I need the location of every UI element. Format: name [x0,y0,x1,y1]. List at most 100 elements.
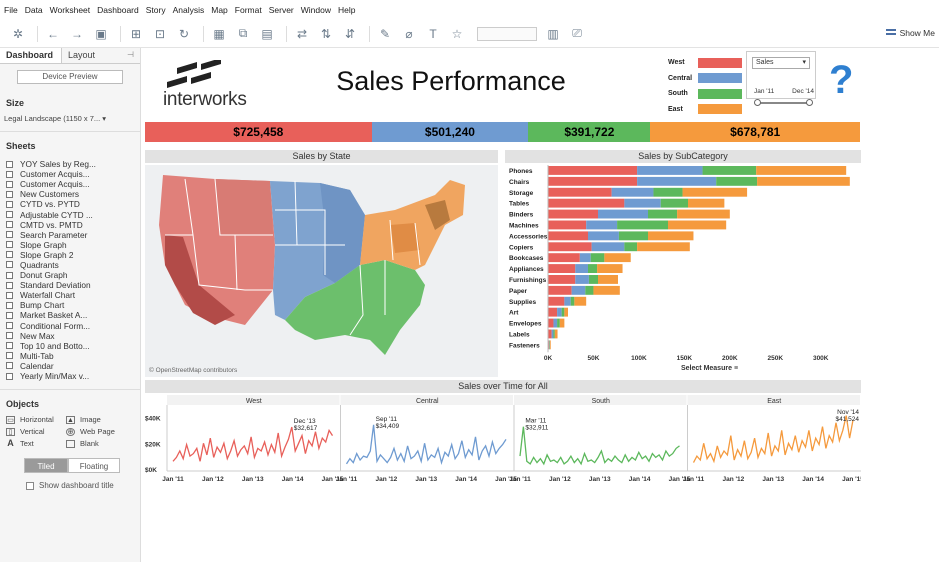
bar-segment-south[interactable] [588,275,598,284]
us-map[interactable]: © OpenStreetMap contributors [145,165,498,377]
duplicate-sheet-icon[interactable]: ⧉ [233,25,253,43]
new-worksheet-icon[interactable]: ▦ [209,25,229,43]
date-slider-start-handle[interactable] [754,99,761,106]
bar-segment-central[interactable] [588,231,619,241]
bar-segment-west[interactable] [548,264,576,273]
sheet-item[interactable]: Bump Chart [6,300,140,310]
bar-segment-west[interactable] [548,231,588,241]
sort-asc-icon[interactable]: ⇅ [316,25,336,43]
tab-dashboard[interactable]: Dashboard [0,48,62,63]
bar-segment-south[interactable] [648,209,678,219]
bar-segment-central[interactable] [637,176,717,186]
bar-segment-east[interactable] [756,166,847,175]
sheet-item[interactable]: Waterfall Chart [6,290,140,300]
save-icon[interactable]: ▣ [91,25,111,43]
bar-segment-west[interactable] [548,296,565,306]
new-sheet-icon[interactable]: ⊡ [150,25,170,43]
tab-layout[interactable]: Layout ⊣ [62,48,140,63]
bar-segment-south[interactable] [561,307,565,317]
show-title-checkbox[interactable] [26,481,34,490]
object-web-page[interactable]: ⊕ Web Page [66,427,126,436]
sheet-item[interactable]: Calendar [6,361,140,371]
sheet-item[interactable]: Yearly Min/Max v... [6,371,140,381]
clear-sheet-icon[interactable]: ▤ [257,25,277,43]
bar-segment-west[interactable] [548,187,612,197]
bar-segment-east[interactable] [637,242,690,252]
sheet-item[interactable]: New Max [6,331,140,341]
sheet-item[interactable]: Conditional Form... [6,321,140,331]
bar-segment-east[interactable] [554,329,558,339]
group-icon[interactable]: ⌀ [399,25,419,43]
menu-item[interactable]: Data [25,5,43,15]
bar-segment-central[interactable] [548,340,550,350]
bar-segment-west[interactable] [548,285,572,295]
sheet-item[interactable]: YOY Sales by Reg... [6,159,140,169]
bar-segment-west[interactable] [548,198,625,208]
bar-segment-west[interactable] [548,307,558,317]
show-me-button[interactable]: Show Me [885,28,935,38]
sheet-item[interactable]: Multi-Tab [6,351,140,361]
series-line-east[interactable] [692,415,854,464]
device-preview-button[interactable]: Device Preview [17,70,123,84]
highlight-icon[interactable]: ✎ [375,25,395,43]
bar-segment-south[interactable] [557,318,560,328]
menu-item[interactable]: Map [211,5,228,15]
sheet-item[interactable]: Customer Acquis... [6,169,140,179]
menu-item[interactable]: Worksheet [50,5,90,15]
show-cards-icon[interactable]: ▥ [543,25,563,43]
series-line-west[interactable] [172,426,334,462]
fit-select[interactable] [477,26,537,41]
bar-segment-south[interactable] [588,264,598,273]
bar-segment-west[interactable] [548,242,592,252]
menu-item[interactable]: Server [269,5,294,15]
bar-segment-central[interactable] [575,264,588,273]
bar-segment-south[interactable] [702,166,757,175]
bar-segment-central[interactable] [553,318,558,328]
refresh-icon[interactable]: ↻ [174,25,194,43]
bar-segment-west[interactable] [548,176,638,186]
object-blank[interactable]: Blank [66,439,126,448]
bar-segment-south[interactable] [716,176,758,186]
bar-segment-east[interactable] [668,220,727,230]
bar-segment-west[interactable] [548,166,638,175]
menu-item[interactable]: File [4,5,18,15]
bar-segment-central[interactable] [579,253,591,263]
menu-item[interactable]: Format [235,5,262,15]
sheet-item[interactable]: Slope Graph 2 [6,250,140,260]
bar-segment-central[interactable] [611,187,654,197]
sheet-item[interactable]: New Customers [6,189,140,199]
bar-segment-south[interactable] [549,340,550,350]
bar-segment-south[interactable] [570,296,575,306]
bar-segment-central[interactable] [637,166,703,175]
bar-segment-west[interactable] [548,209,598,219]
bar-segment-south[interactable] [653,187,683,197]
bar-segment-south[interactable] [553,329,555,339]
bar-segment-south[interactable] [585,285,594,295]
sheet-item[interactable]: Top 10 and Botto... [6,341,140,351]
menu-item[interactable]: Story [146,5,166,15]
measure-select[interactable]: Sales ▾ [752,57,810,69]
bar-segment-west[interactable] [548,253,580,263]
label-icon[interactable]: T [423,25,443,43]
tiled-button[interactable]: Tiled [24,458,68,474]
help-icon[interactable]: ? [829,58,853,103]
legend-item[interactable]: South [668,86,742,102]
new-datasource-icon[interactable]: ⊞ [126,25,146,43]
menu-item[interactable]: Dashboard [97,5,139,15]
floating-button[interactable]: Floating [68,458,120,474]
date-slider-end-handle[interactable] [806,99,813,106]
bar-segment-east[interactable] [677,209,730,219]
bar-segment-east[interactable] [564,307,568,317]
tableau-logo-icon[interactable]: ✲ [8,25,28,43]
sheet-item[interactable]: Customer Acquis... [6,179,140,189]
bar-segment-central[interactable] [586,220,618,230]
bar-segment-south[interactable] [624,242,638,252]
bar-segment-south[interactable] [660,198,688,208]
object-text[interactable]: A Text [6,438,66,448]
bar-segment-east[interactable] [598,275,618,284]
menu-item[interactable]: Analysis [173,5,205,15]
sheet-item[interactable]: Quadrants [6,260,140,270]
pin-icon[interactable]: ⊣ [127,50,134,61]
bar-segment-central[interactable] [624,198,661,208]
bar-segment-east[interactable] [559,318,565,328]
